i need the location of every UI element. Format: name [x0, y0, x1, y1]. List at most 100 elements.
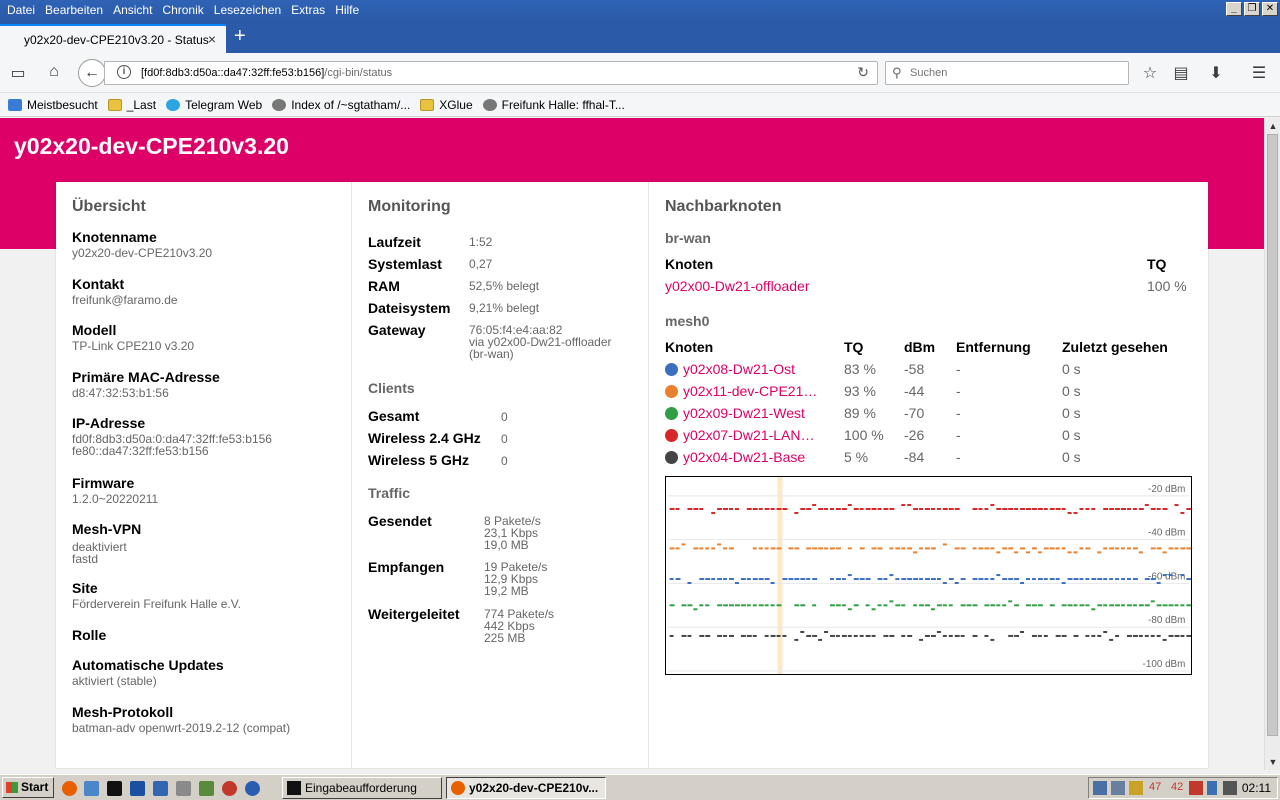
- menu-datei[interactable]: Datei: [7, 3, 35, 17]
- field-label: Mesh-Protokoll: [72, 704, 174, 720]
- chart-series-segment: [996, 574, 1001, 577]
- node-link[interactable]: y02x11-dev-CPE210v3.20: [683, 383, 825, 399]
- network-icon[interactable]: [176, 781, 191, 796]
- menu-chronik[interactable]: Chronik: [162, 3, 203, 17]
- vc-icon[interactable]: [153, 781, 168, 796]
- console-icon[interactable]: [107, 781, 122, 796]
- monitor-value: 52,5% belegt: [469, 279, 540, 293]
- chart-series-segment: [746, 578, 751, 581]
- chart-series-segment: [1091, 634, 1096, 637]
- search-bar[interactable]: ⚲: [885, 61, 1129, 85]
- chart-series-segment: [740, 634, 746, 637]
- chart-series-segment: [1043, 508, 1048, 510]
- app-icon[interactable]: [84, 781, 99, 796]
- chart-series-segment: [717, 508, 723, 510]
- start-button[interactable]: Start: [2, 777, 54, 798]
- close-window-button[interactable]: ✕: [1262, 2, 1278, 16]
- bookmark-xglue[interactable]: XGlue: [420, 98, 473, 112]
- reader-list-icon[interactable]: ▤: [1170, 63, 1192, 83]
- chart-series-segment: [669, 578, 674, 581]
- chart-series-segment: [1037, 508, 1043, 510]
- chart-series-segment: [1180, 574, 1185, 577]
- tray-app-icon[interactable]: [1111, 781, 1125, 795]
- url-bar[interactable]: i [fd0f:8db3:d50a::da47:32ff:fe53:b156]/…: [104, 61, 878, 85]
- download-icon[interactable]: ⬇: [1205, 63, 1227, 83]
- tray-warning-icon[interactable]: [1129, 781, 1143, 795]
- bookmark-star-icon[interactable]: ☆: [1139, 63, 1161, 83]
- tool-icon[interactable]: [199, 781, 214, 796]
- tq-cell: 100 %: [1147, 278, 1187, 294]
- bookmark-index[interactable]: Index of /~sgtatham/...: [272, 98, 410, 112]
- save-disk-icon[interactable]: [130, 781, 145, 796]
- chart-series-segment: [925, 604, 930, 607]
- library-icon[interactable]: ▭: [7, 63, 29, 83]
- chart-series-segment: [830, 547, 835, 550]
- tab-status[interactable]: y02x20-dev-CPE210v3.20 - Status ×: [0, 24, 226, 53]
- chart-series-segment: [1073, 511, 1078, 514]
- clients-label: Wireless 2.4 GHz: [368, 430, 481, 446]
- traffic-row-gesendet: Gesendet 8 Pakete/s 23,1 Kbps 19,0 MB: [368, 513, 541, 551]
- chart-series-segment: [984, 578, 989, 581]
- back-button[interactable]: ←: [78, 59, 106, 87]
- tab-close-icon[interactable]: ×: [208, 31, 216, 47]
- search-input[interactable]: [910, 65, 1110, 81]
- chart-series-segment: [723, 547, 728, 550]
- menu-bearbeiten[interactable]: Bearbeiten: [45, 3, 103, 17]
- info-icon[interactable]: i: [117, 65, 131, 79]
- chart-series-segment: [1168, 604, 1174, 607]
- scroll-up-icon[interactable]: ▲: [1265, 118, 1280, 134]
- bookmark-freifunk[interactable]: Freifunk Halle: ffhal-T...: [482, 98, 625, 112]
- chart-series-segment: [877, 508, 882, 510]
- menu-extras[interactable]: Extras: [291, 3, 325, 17]
- minimize-button[interactable]: _: [1226, 2, 1242, 16]
- chart-series-segment: [740, 578, 746, 581]
- task-eingabeaufforderung[interactable]: Eingabeaufforderung: [282, 777, 442, 799]
- firefox-icon[interactable]: [62, 781, 77, 796]
- bookmark-meistbesucht[interactable]: Meistbesucht: [8, 98, 98, 112]
- app-red-icon[interactable]: [222, 781, 237, 796]
- bookmark-telegram[interactable]: Telegram Web: [166, 98, 262, 112]
- chart-series-segment: [1126, 634, 1132, 637]
- node-link[interactable]: y02x04-Dw21-Base: [683, 449, 805, 465]
- chart-series-segment: [758, 547, 763, 550]
- chart-series-segment: [794, 547, 800, 550]
- task-firefox[interactable]: y02x20-dev-CPE210v...: [446, 777, 606, 799]
- new-tab-button[interactable]: +: [234, 26, 246, 46]
- chart-series-segment: [972, 547, 977, 550]
- chart-series-segment: [1026, 578, 1030, 581]
- restore-button[interactable]: ❐: [1244, 2, 1260, 16]
- chart-tick-label: -60 dBm: [1148, 571, 1185, 582]
- node-link[interactable]: y02x07-Dw21-LANGER-NAME: [683, 427, 825, 443]
- scroll-down-icon[interactable]: ▼: [1265, 754, 1280, 770]
- chart-series-segment: [1073, 578, 1079, 581]
- menu-lesezeichen[interactable]: Lesezeichen: [214, 3, 281, 17]
- tray-red-icon[interactable]: [1189, 781, 1203, 795]
- chart-series-segment: [1150, 578, 1156, 581]
- chart-series-segment: [675, 578, 681, 581]
- reload-icon[interactable]: ↻: [857, 64, 869, 81]
- menu-hilfe[interactable]: Hilfe: [335, 3, 359, 17]
- chart-series-segment: [806, 578, 811, 581]
- media-player-icon[interactable]: [245, 781, 260, 796]
- col-header-tq: TQ: [844, 339, 864, 355]
- tray-network-icon[interactable]: [1093, 781, 1107, 795]
- series-color-dot: [665, 451, 678, 464]
- tray-number: 42: [1171, 781, 1184, 793]
- field-value: d8:47:32:53:b1:56: [72, 386, 169, 400]
- bookmark-last[interactable]: _Last: [107, 98, 156, 112]
- col-header-tq: TQ: [1147, 256, 1167, 272]
- tray-monitor-icon[interactable]: [1223, 781, 1237, 795]
- clients-value: 0: [501, 432, 508, 446]
- menu-ansicht[interactable]: Ansicht: [113, 3, 152, 17]
- scroll-thumb[interactable]: [1267, 134, 1278, 736]
- node-link[interactable]: y02x00-Dw21-offloader: [665, 278, 810, 294]
- chart-series-segment: [669, 604, 675, 607]
- home-icon[interactable]: ⌂: [43, 63, 65, 81]
- node-link[interactable]: y02x09-Dw21-West: [683, 405, 805, 421]
- node-link[interactable]: y02x08-Dw21-Ost: [683, 361, 795, 377]
- hamburger-menu-icon[interactable]: ☰: [1248, 63, 1270, 83]
- chart-series-segment: [1091, 508, 1096, 510]
- tray-battery-icon[interactable]: [1207, 781, 1217, 795]
- nav-toolbar: ▭ ⌂ ← i [fd0f:8db3:d50a::da47:32ff:fe53:…: [0, 53, 1280, 93]
- vertical-scrollbar[interactable]: ▲ ▼: [1264, 118, 1280, 770]
